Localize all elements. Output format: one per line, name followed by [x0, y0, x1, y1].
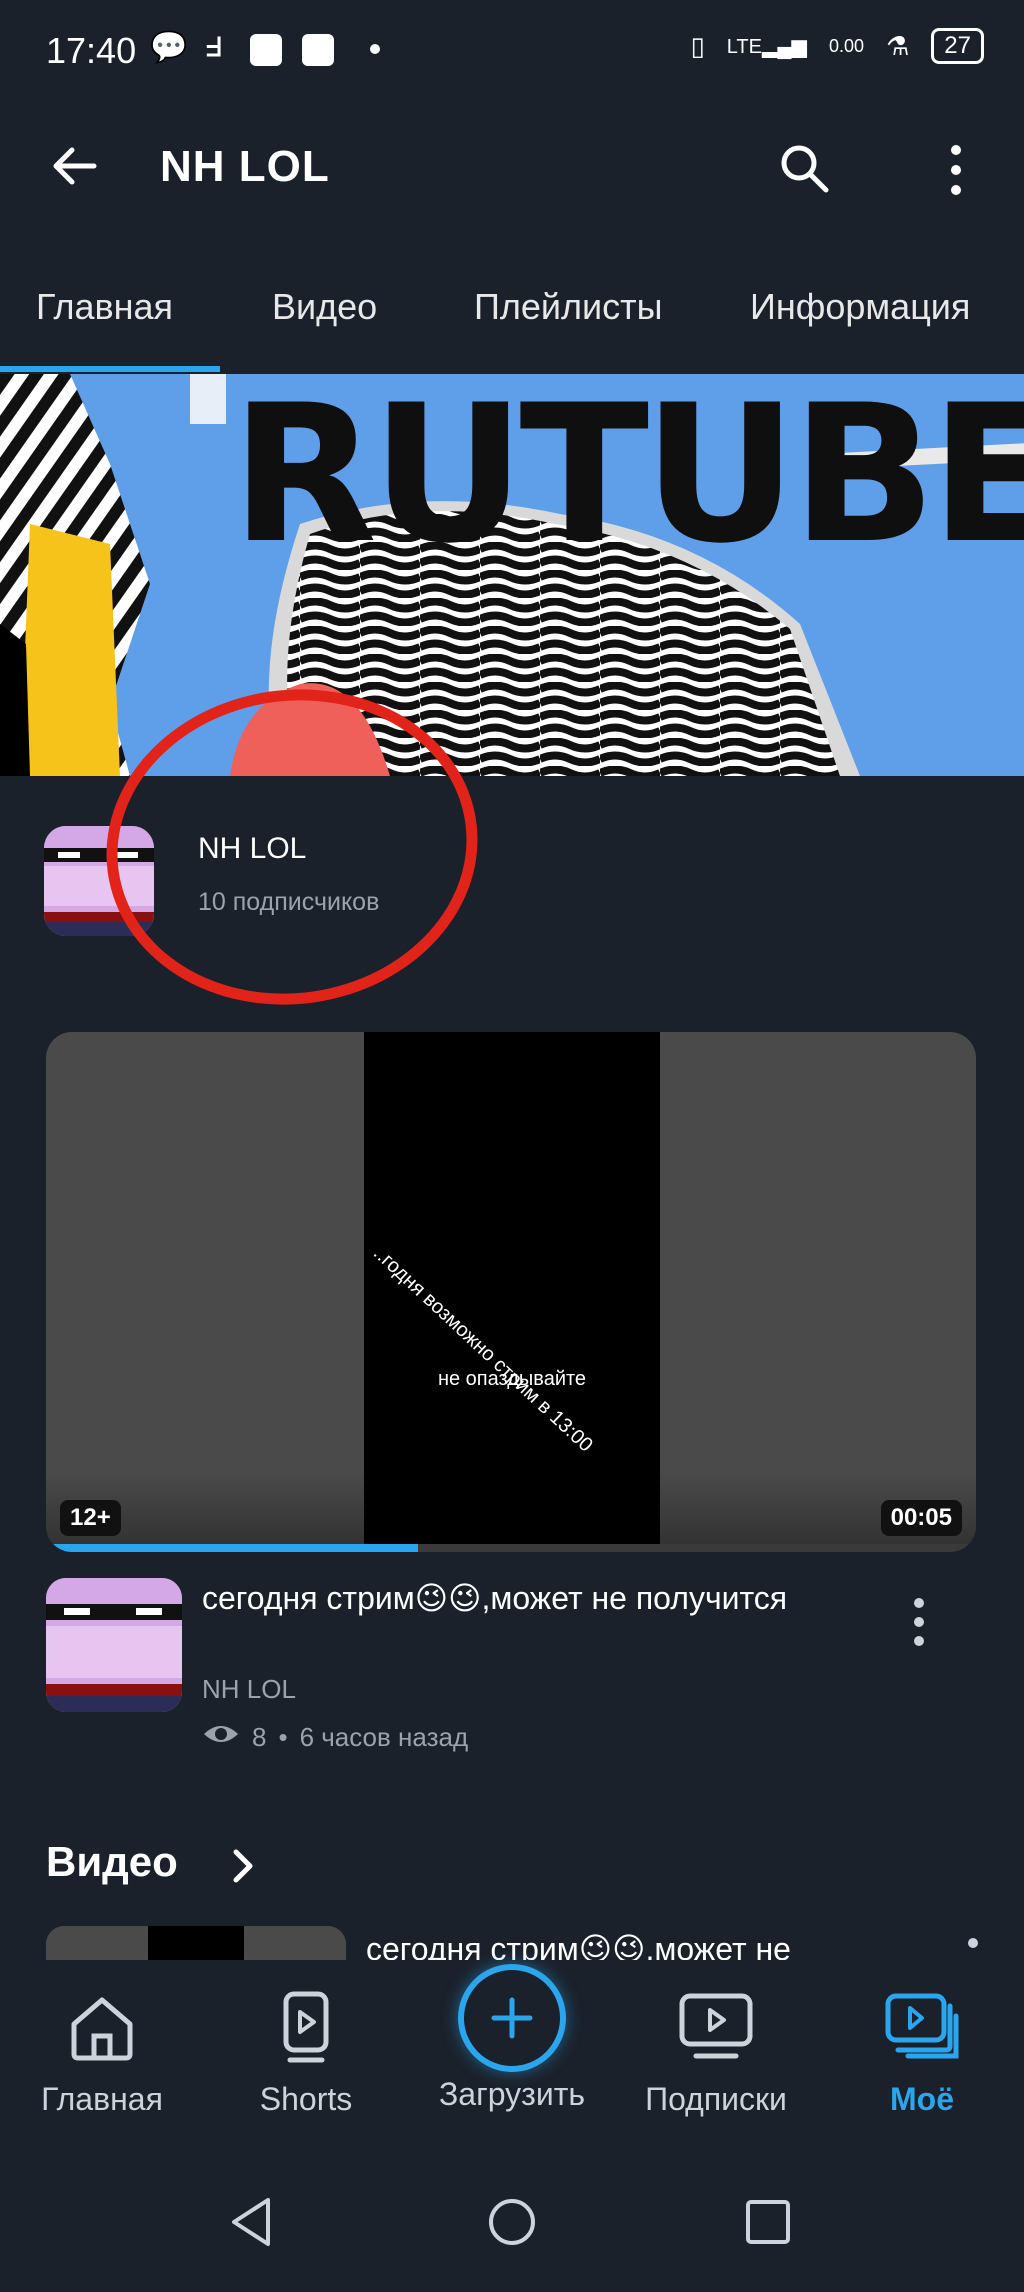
- dot-icon: [370, 44, 380, 54]
- duration-badge: 00:05: [880, 1500, 962, 1536]
- more-vert-icon[interactable]: [944, 142, 968, 203]
- bottom-navigation: Главная Shorts Загрузить Подписки Моё: [0, 1960, 1024, 2140]
- nav-subscriptions-label: Подписки: [645, 2081, 787, 2117]
- lab-icon: ⚗: [885, 30, 910, 61]
- nav-subscriptions[interactable]: Подписки: [616, 1960, 816, 2118]
- status-bar: 17:40 💬 ᖵ ▯ LTE▂▄▆ 0.00 ⚗ 27: [0, 0, 1024, 100]
- banner-logo-text: RUTUBE: [230, 374, 1024, 585]
- upload-plus-icon: [458, 1964, 566, 2072]
- video-meta: 8 • 6 часов назад: [202, 1722, 468, 1753]
- nav-my-label: Моё: [890, 2081, 954, 2117]
- nav-home-label: Главная: [41, 2081, 163, 2117]
- age-rating-badge: 12+: [60, 1500, 121, 1536]
- chat-icon: 💬: [150, 31, 188, 64]
- status-time: 17:40: [46, 30, 137, 71]
- video-bottom-shade: [46, 1472, 976, 1552]
- tab-home[interactable]: Главная: [36, 286, 173, 328]
- page-title: NH LOL: [160, 142, 330, 191]
- system-navigation-bar: [0, 2140, 1024, 2292]
- meta-separator: •: [278, 1722, 288, 1752]
- nav-shorts-label: Shorts: [259, 2081, 353, 2117]
- data-rate-icon: 0.00: [828, 35, 864, 56]
- lte-signal-icon: LTE▂▄▆: [726, 35, 807, 58]
- system-recents-icon[interactable]: [744, 2198, 792, 2251]
- status-right: ▯ LTE▂▄▆ 0.00 ⚗ 27: [690, 28, 984, 64]
- video-overlay-subtext: не опаздывайте: [437, 1368, 587, 1390]
- system-home-icon[interactable]: [486, 2196, 538, 2253]
- nav-home[interactable]: Главная: [2, 1960, 202, 2118]
- signal-f-icon: ᖵ: [206, 32, 222, 62]
- video-list-more-icon[interactable]: [968, 1938, 978, 1948]
- shorts-icon: [283, 1991, 329, 2063]
- home-icon: [71, 1997, 133, 2061]
- view-count: 8: [252, 1722, 267, 1752]
- tab-videos[interactable]: Видео: [272, 286, 377, 328]
- video-overlay-text: ..годня возможно стрим в 13:00: [368, 1242, 597, 1457]
- chevron-right-icon[interactable]: [230, 1846, 256, 1891]
- nav-my[interactable]: Моё: [822, 1960, 1022, 2118]
- channel-banner: RUTUBE: [0, 374, 1024, 776]
- tab-active-indicator: [0, 366, 220, 372]
- watch-progress-bar: [46, 1544, 976, 1552]
- battery-indicator: 27: [931, 28, 984, 64]
- watch-progress-fill: [46, 1544, 418, 1552]
- video-channel-name[interactable]: NH LOL: [202, 1674, 296, 1705]
- system-back-icon[interactable]: [228, 2196, 276, 2253]
- tab-info[interactable]: Информация: [750, 286, 970, 328]
- video-more-icon[interactable]: [910, 1596, 928, 1653]
- tab-playlists[interactable]: Плейлисты: [474, 286, 663, 328]
- search-icon[interactable]: [776, 140, 832, 201]
- featured-video-thumbnail[interactable]: ..годня возможно стрим в 13:00 не опазды…: [46, 1032, 976, 1552]
- my-library-icon: [885, 1993, 959, 2059]
- views-eye-icon: [202, 1722, 240, 1753]
- notification-square-icon: [250, 34, 282, 66]
- notification-square-icon: [302, 34, 334, 66]
- section-title-videos[interactable]: Видео: [46, 1838, 178, 1886]
- video-title[interactable]: сегодня стрим😉😉,может не получится: [202, 1578, 842, 1618]
- nav-upload[interactable]: Загрузить: [412, 1960, 612, 2113]
- nav-shorts[interactable]: Shorts: [206, 1960, 406, 2118]
- upload-age: 6 часов назад: [299, 1722, 469, 1752]
- nav-upload-label: Загрузить: [438, 2076, 586, 2112]
- vibrate-icon: ▯: [690, 30, 705, 61]
- video-channel-avatar[interactable]: [46, 1578, 182, 1712]
- subscriptions-icon: [679, 1993, 753, 2059]
- back-icon[interactable]: [46, 138, 102, 199]
